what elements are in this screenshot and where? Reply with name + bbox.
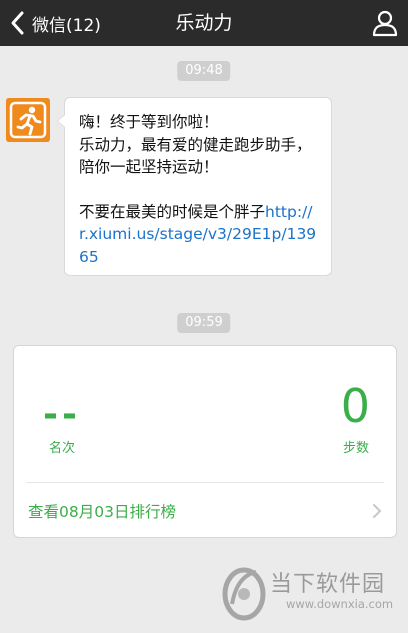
downxia-logo-icon xyxy=(222,567,266,621)
rank-value: -- xyxy=(43,394,81,435)
message-greeting: 嗨！终于等到你啦！ xyxy=(79,113,219,131)
steps-value: 0 xyxy=(340,379,370,433)
person-icon[interactable] xyxy=(370,8,400,38)
ranking-link-label: 查看08月03日排行榜 xyxy=(28,503,176,521)
watermark-url: www.downxia.com xyxy=(286,597,394,611)
steps-card[interactable]: -- 名次 0 步数 查看08月03日排行榜 xyxy=(13,345,397,538)
runner-icon xyxy=(6,98,50,142)
watermark: 当下软件园 www.downxia.com xyxy=(222,562,394,622)
chevron-left-icon xyxy=(11,11,24,35)
message-promo: 不要在最美的时候是个胖子 xyxy=(79,202,266,221)
message-bubble: 嗨！终于等到你啦！ 乐动力，最有爱的健走跑步助手，陪你一起坚持运动！ 不要在最美… xyxy=(57,97,332,276)
ranking-link[interactable]: 查看08月03日排行榜 xyxy=(14,483,396,538)
avatar[interactable] xyxy=(6,98,50,142)
message-intro: 乐动力，最有爱的健走跑步助手，陪你一起坚持运动！ xyxy=(79,135,312,177)
timestamp: 09:48 xyxy=(177,61,231,81)
chevron-right-icon xyxy=(373,504,381,518)
back-button[interactable]: 微信(12) xyxy=(6,0,101,46)
back-label: 微信(12) xyxy=(32,15,101,36)
timestamp: 09:59 xyxy=(177,313,231,333)
rank-label: 名次 xyxy=(49,441,76,456)
steps-label: 步数 xyxy=(342,441,369,456)
top-nav-bar: 微信(12) 乐动力 xyxy=(0,0,408,46)
watermark-brand: 当下软件园 xyxy=(270,572,386,597)
